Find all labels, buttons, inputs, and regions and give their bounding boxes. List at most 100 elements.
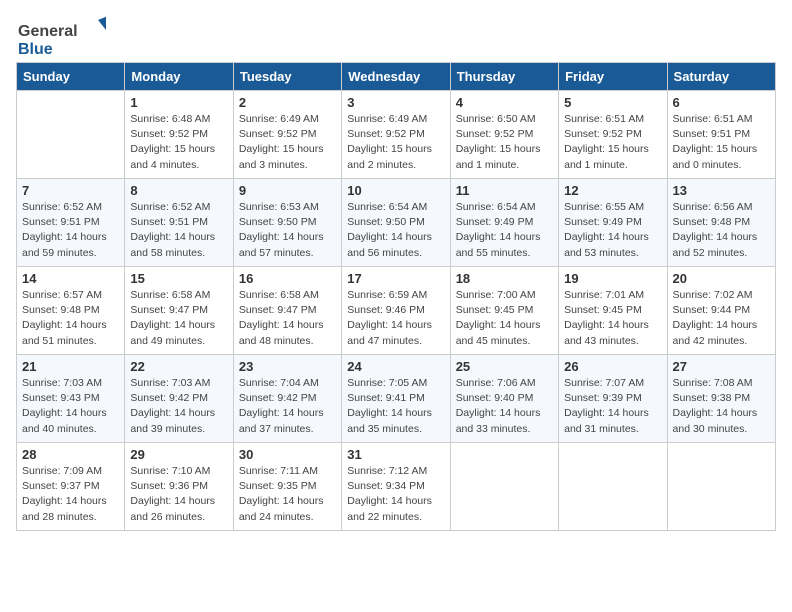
day-cell: 19 Sunrise: 7:01 AM Sunset: 9:45 PM Dayli…: [559, 267, 667, 355]
weekday-monday: Monday: [125, 63, 233, 91]
day-cell: 17 Sunrise: 6:59 AM Sunset: 9:46 PM Dayli…: [342, 267, 450, 355]
day-info: Sunrise: 6:55 AM Sunset: 9:49 PM Dayligh…: [564, 200, 661, 261]
day-number: 12: [564, 183, 661, 198]
day-info: Sunrise: 6:48 AM Sunset: 9:52 PM Dayligh…: [130, 112, 227, 173]
day-cell: 21 Sunrise: 7:03 AM Sunset: 9:43 PM Dayli…: [17, 355, 125, 443]
day-info: Sunrise: 7:09 AM Sunset: 9:37 PM Dayligh…: [22, 464, 119, 525]
day-number: 8: [130, 183, 227, 198]
day-number: 7: [22, 183, 119, 198]
day-number: 9: [239, 183, 336, 198]
day-info: Sunrise: 6:57 AM Sunset: 9:48 PM Dayligh…: [22, 288, 119, 349]
day-number: 17: [347, 271, 444, 286]
day-cell: 6 Sunrise: 6:51 AM Sunset: 9:51 PM Daylig…: [667, 91, 775, 179]
day-info: Sunrise: 6:49 AM Sunset: 9:52 PM Dayligh…: [239, 112, 336, 173]
day-cell: 20 Sunrise: 7:02 AM Sunset: 9:44 PM Dayli…: [667, 267, 775, 355]
day-cell: 24Sunrise: 7:05 AM Sunset: 9:41 PM Dayli…: [342, 355, 450, 443]
day-number: 4: [456, 95, 553, 110]
day-number: 14: [22, 271, 119, 286]
day-number: 10: [347, 183, 444, 198]
header: General Blue: [16, 16, 776, 58]
day-cell: 3 Sunrise: 6:49 AM Sunset: 9:52 PM Daylig…: [342, 91, 450, 179]
day-cell: [559, 443, 667, 531]
day-number: 3: [347, 95, 444, 110]
day-info: Sunrise: 7:03 AM Sunset: 9:42 PM Dayligh…: [130, 376, 227, 437]
day-number: 23: [239, 359, 336, 374]
day-cell: 8Sunrise: 6:52 AM Sunset: 9:51 PM Daylig…: [125, 179, 233, 267]
day-info: Sunrise: 7:02 AM Sunset: 9:44 PM Dayligh…: [673, 288, 770, 349]
day-cell: 27 Sunrise: 7:08 AM Sunset: 9:38 PM Dayli…: [667, 355, 775, 443]
weekday-friday: Friday: [559, 63, 667, 91]
day-cell: 26 Sunrise: 7:07 AM Sunset: 9:39 PM Dayli…: [559, 355, 667, 443]
day-cell: 25 Sunrise: 7:06 AM Sunset: 9:40 PM Dayli…: [450, 355, 558, 443]
day-cell: 10 Sunrise: 6:54 AM Sunset: 9:50 PM Dayli…: [342, 179, 450, 267]
day-cell: 7 Sunrise: 6:52 AM Sunset: 9:51 PM Daylig…: [17, 179, 125, 267]
day-cell: 5 Sunrise: 6:51 AM Sunset: 9:52 PM Daylig…: [559, 91, 667, 179]
week-row-0: 1Sunrise: 6:48 AM Sunset: 9:52 PM Daylig…: [17, 91, 776, 179]
day-cell: 14 Sunrise: 6:57 AM Sunset: 9:48 PM Dayli…: [17, 267, 125, 355]
day-cell: [667, 443, 775, 531]
day-number: 28: [22, 447, 119, 462]
day-number: 29: [130, 447, 227, 462]
day-number: 20: [673, 271, 770, 286]
day-info: Sunrise: 7:00 AM Sunset: 9:45 PM Dayligh…: [456, 288, 553, 349]
day-info: Sunrise: 7:03 AM Sunset: 9:43 PM Dayligh…: [22, 376, 119, 437]
day-cell: 12 Sunrise: 6:55 AM Sunset: 9:49 PM Dayli…: [559, 179, 667, 267]
day-number: 21: [22, 359, 119, 374]
day-cell: 11 Sunrise: 6:54 AM Sunset: 9:49 PM Dayli…: [450, 179, 558, 267]
day-cell: [17, 91, 125, 179]
day-info: Sunrise: 7:11 AM Sunset: 9:35 PM Dayligh…: [239, 464, 336, 525]
day-cell: 18 Sunrise: 7:00 AM Sunset: 9:45 PM Dayli…: [450, 267, 558, 355]
logo: General Blue: [16, 16, 106, 58]
weekday-wednesday: Wednesday: [342, 63, 450, 91]
day-number: 18: [456, 271, 553, 286]
day-number: 19: [564, 271, 661, 286]
day-info: Sunrise: 6:51 AM Sunset: 9:51 PM Dayligh…: [673, 112, 770, 173]
day-info: Sunrise: 6:53 AM Sunset: 9:50 PM Dayligh…: [239, 200, 336, 261]
day-info: Sunrise: 7:01 AM Sunset: 9:45 PM Dayligh…: [564, 288, 661, 349]
day-info: Sunrise: 7:06 AM Sunset: 9:40 PM Dayligh…: [456, 376, 553, 437]
calendar-table: SundayMondayTuesdayWednesdayThursdayFrid…: [16, 62, 776, 531]
weekday-header-row: SundayMondayTuesdayWednesdayThursdayFrid…: [17, 63, 776, 91]
day-info: Sunrise: 6:58 AM Sunset: 9:47 PM Dayligh…: [130, 288, 227, 349]
day-cell: 1Sunrise: 6:48 AM Sunset: 9:52 PM Daylig…: [125, 91, 233, 179]
day-info: Sunrise: 6:51 AM Sunset: 9:52 PM Dayligh…: [564, 112, 661, 173]
week-row-2: 14 Sunrise: 6:57 AM Sunset: 9:48 PM Dayli…: [17, 267, 776, 355]
day-cell: 29Sunrise: 7:10 AM Sunset: 9:36 PM Dayli…: [125, 443, 233, 531]
weekday-saturday: Saturday: [667, 63, 775, 91]
day-info: Sunrise: 6:59 AM Sunset: 9:46 PM Dayligh…: [347, 288, 444, 349]
day-info: Sunrise: 7:12 AM Sunset: 9:34 PM Dayligh…: [347, 464, 444, 525]
weekday-thursday: Thursday: [450, 63, 558, 91]
day-cell: 28 Sunrise: 7:09 AM Sunset: 9:37 PM Dayli…: [17, 443, 125, 531]
svg-text:General: General: [18, 23, 78, 40]
week-row-4: 28 Sunrise: 7:09 AM Sunset: 9:37 PM Dayli…: [17, 443, 776, 531]
day-cell: 30Sunrise: 7:11 AM Sunset: 9:35 PM Dayli…: [233, 443, 341, 531]
svg-text:Blue: Blue: [18, 41, 53, 58]
day-cell: 13 Sunrise: 6:56 AM Sunset: 9:48 PM Dayli…: [667, 179, 775, 267]
day-number: 25: [456, 359, 553, 374]
day-number: 22: [130, 359, 227, 374]
day-info: Sunrise: 7:05 AM Sunset: 9:41 PM Dayligh…: [347, 376, 444, 437]
day-cell: [450, 443, 558, 531]
day-cell: 2Sunrise: 6:49 AM Sunset: 9:52 PM Daylig…: [233, 91, 341, 179]
week-row-3: 21 Sunrise: 7:03 AM Sunset: 9:43 PM Dayli…: [17, 355, 776, 443]
day-info: Sunrise: 7:07 AM Sunset: 9:39 PM Dayligh…: [564, 376, 661, 437]
day-cell: 16Sunrise: 6:58 AM Sunset: 9:47 PM Dayli…: [233, 267, 341, 355]
day-cell: 31Sunrise: 7:12 AM Sunset: 9:34 PM Dayli…: [342, 443, 450, 531]
day-number: 6: [673, 95, 770, 110]
day-cell: 22 Sunrise: 7:03 AM Sunset: 9:42 PM Dayli…: [125, 355, 233, 443]
day-number: 11: [456, 183, 553, 198]
day-number: 26: [564, 359, 661, 374]
day-cell: 15Sunrise: 6:58 AM Sunset: 9:47 PM Dayli…: [125, 267, 233, 355]
day-number: 13: [673, 183, 770, 198]
day-number: 27: [673, 359, 770, 374]
day-info: Sunrise: 6:52 AM Sunset: 9:51 PM Dayligh…: [22, 200, 119, 261]
day-info: Sunrise: 6:56 AM Sunset: 9:48 PM Dayligh…: [673, 200, 770, 261]
day-info: Sunrise: 7:04 AM Sunset: 9:42 PM Dayligh…: [239, 376, 336, 437]
day-info: Sunrise: 6:49 AM Sunset: 9:52 PM Dayligh…: [347, 112, 444, 173]
day-number: 5: [564, 95, 661, 110]
day-info: Sunrise: 7:08 AM Sunset: 9:38 PM Dayligh…: [673, 376, 770, 437]
day-info: Sunrise: 6:50 AM Sunset: 9:52 PM Dayligh…: [456, 112, 553, 173]
day-cell: 9 Sunrise: 6:53 AM Sunset: 9:50 PM Daylig…: [233, 179, 341, 267]
day-info: Sunrise: 6:54 AM Sunset: 9:50 PM Dayligh…: [347, 200, 444, 261]
day-info: Sunrise: 6:54 AM Sunset: 9:49 PM Dayligh…: [456, 200, 553, 261]
